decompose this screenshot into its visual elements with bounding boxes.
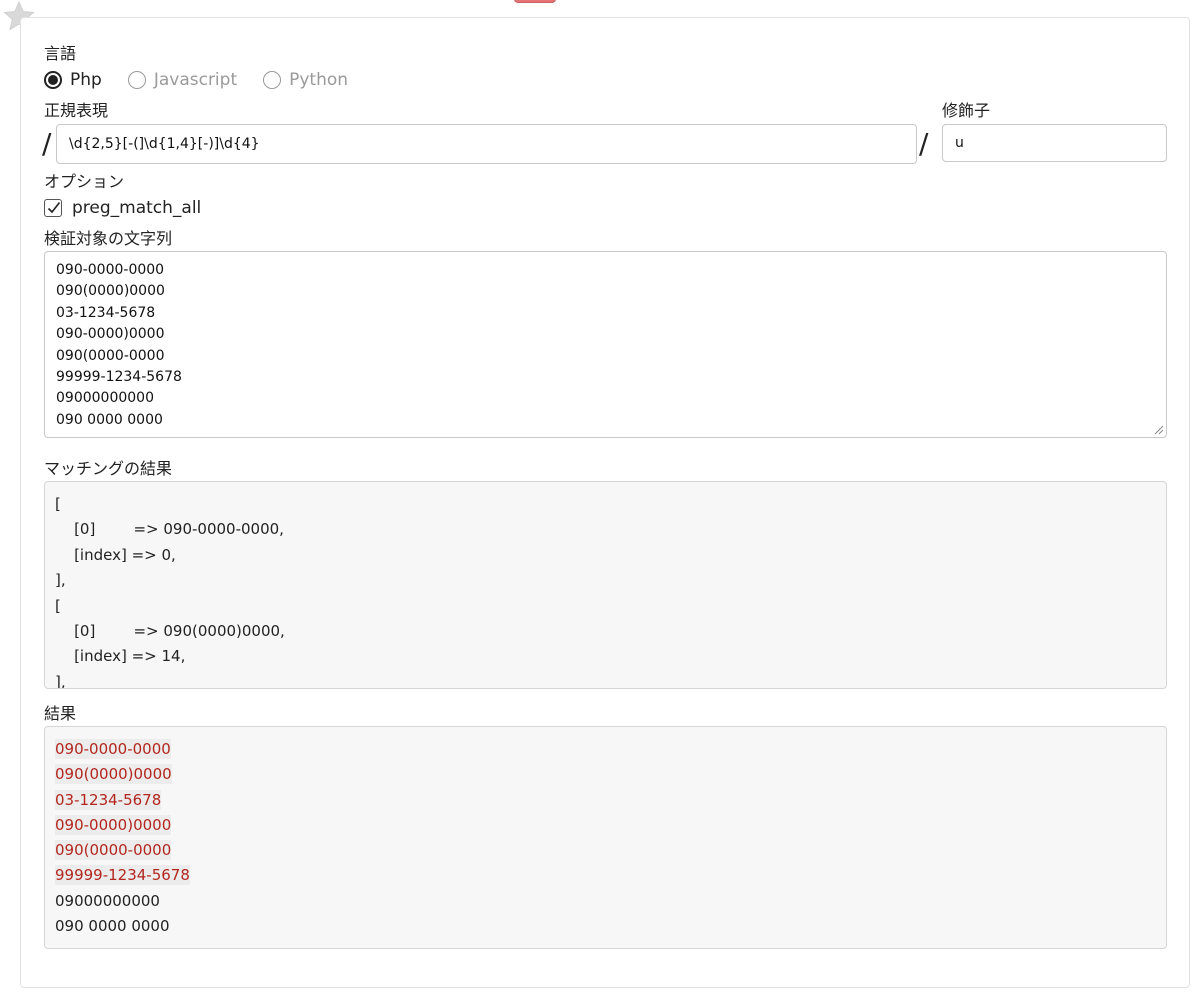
match-line: [index] => 0, [55,545,176,564]
radio-javascript-label: Javascript [153,70,238,90]
match-line: ], [55,672,66,689]
radio-php-indicator[interactable] [44,71,62,89]
radio-python-indicator[interactable] [263,71,282,89]
regex-open-delimiter: / [42,127,52,160]
match-line: [ [55,596,61,615]
options-label: オプション [44,172,125,191]
checkmark-icon [47,202,61,214]
target-string-label: 検証対象の文字列 [44,229,173,248]
match-line: ], [55,571,66,590]
radio-php[interactable]: Php [44,70,102,90]
target-line: 99999-1234-5678 [56,369,182,386]
language-label: 言語 [44,44,77,63]
result-line-matched: 090-0000-0000 [55,737,1156,762]
result-line-text: 090-0000-0000 [55,739,171,759]
radio-python-label: Python [289,70,349,90]
result-line-text: 09000000000 [55,891,160,910]
match-line: [index] => 14, [55,647,186,666]
result-line-unmatched: 090 0000 0000 [55,914,1156,939]
regex-label: 正規表現 [44,101,109,120]
regex-input[interactable] [56,124,917,164]
target-string-textarea[interactable]: 090-0000-0000 090(0000)0000 03-1234-5678… [44,251,1167,438]
radio-php-label: Php [70,70,102,90]
target-line: 090-0000)0000 [56,326,165,343]
result-line-text: 03-1234-5678 [55,789,162,810]
result-line-matched: 99999-1234-5678 [55,863,1156,888]
resize-grip-icon[interactable] [1154,425,1164,435]
target-line: 090(0000)0000 [56,283,165,300]
language-radio-group: Php Javascript Python [44,68,374,92]
match-line: [ [55,495,61,513]
result-line-text: 090(0000-0000 [55,840,172,861]
target-line: 090 0000 0000 [56,411,163,428]
regex-close-delimiter: / [919,127,929,160]
radio-javascript[interactable]: Javascript [127,70,238,90]
result-line-text: 090-0000)0000 [55,814,172,835]
preg-match-all-checkbox[interactable] [44,199,62,217]
radio-python[interactable]: Python [263,70,348,90]
result-line-matched: 03-1234-5678 [55,788,1156,813]
preg-match-all-label: preg_match_all [72,198,202,218]
modifier-input[interactable] [942,124,1167,162]
target-line: 090(0000-0000 [56,347,165,364]
preg-match-all-option[interactable]: preg_match_all [44,196,201,220]
target-line: 090-0000-0000 [56,262,165,278]
result-label: 結果 [44,704,77,723]
result-line-matched: 090(0000-0000 [55,838,1156,863]
result-line-unmatched: 09000000000 [55,889,1156,914]
radio-javascript-indicator[interactable] [127,71,146,89]
modifier-label: 修飾子 [942,101,991,120]
result-line-matched: 090-0000)0000 [55,813,1156,838]
target-line: 03-1234-5678 [56,304,156,321]
match-line: [0] => 090-0000-0000, [55,520,284,539]
match-result-output[interactable]: [ [0] => 090-0000-0000, [index] => 0, ],… [44,481,1167,689]
match-line: [0] => 090(0000)0000, [55,622,285,641]
result-line-matched: 090(0000)0000 [55,762,1156,787]
result-line-text: 99999-1234-5678 [55,865,190,886]
result-output: 090-0000-0000 090(0000)0000 03-1234-5678… [44,726,1167,949]
result-line-text: 090(0000)0000 [55,764,172,785]
result-line-text: 090 0000 0000 [55,917,170,936]
top-tab-indicator [514,0,556,3]
match-result-label: マッチングの結果 [44,459,173,478]
target-line: 09000000000 [56,390,154,407]
